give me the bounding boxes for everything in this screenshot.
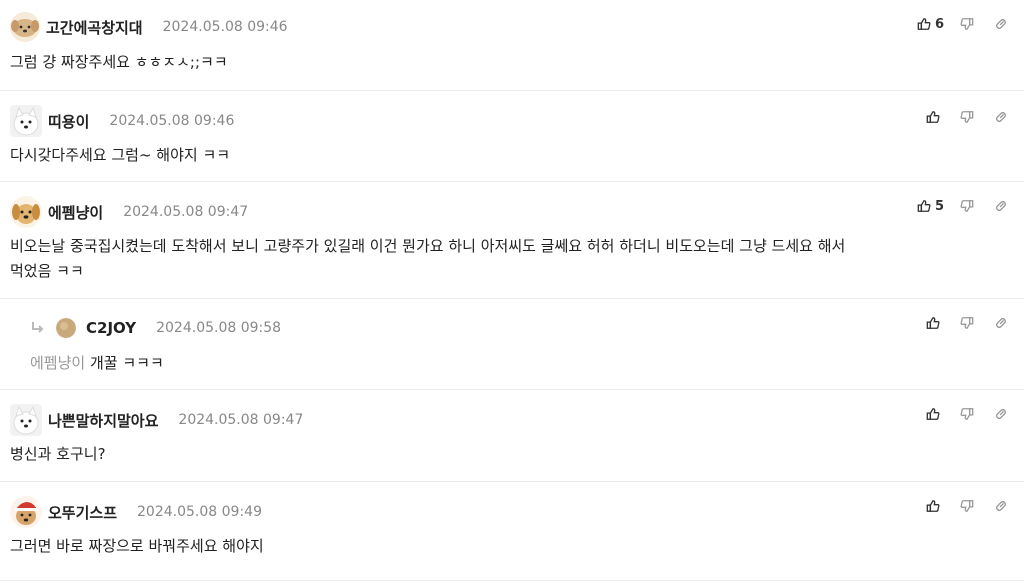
thumbs-up-icon: [926, 500, 940, 512]
link-icon: [995, 111, 1007, 123]
comment-actions: [910, 313, 1012, 333]
comment-date: 2024.05.08 09:47: [178, 412, 304, 428]
like-button[interactable]: 5: [917, 199, 944, 214]
share-link-button[interactable]: [990, 313, 1012, 333]
samoyed-icon[interactable]: [10, 105, 42, 137]
thumbs-down-icon: [960, 18, 974, 30]
link-icon: [995, 200, 1007, 212]
comment-item: 나쁜말하지말아요 2024.05.08 09:47 병신과 호구니?: [0, 390, 1024, 482]
comment-header: 고간에곡창지대 2024.05.08 09:46: [10, 12, 288, 42]
comment-text: 비오는날 중국집시켰는데 도착해서 보니 고량주가 있길래 이건 뭔가요 하니 …: [10, 234, 1014, 284]
thumbs-down-icon: [960, 408, 974, 420]
comment-item: 띠용이 2024.05.08 09:46 다시갖다주세요 그럼~ 해야지 ㅋㅋ: [0, 91, 1024, 182]
share-link-button[interactable]: [990, 107, 1012, 127]
comment-header: 띠용이 2024.05.08 09:46: [10, 105, 234, 137]
comment-author[interactable]: 나쁜말하지말아요: [48, 410, 158, 431]
comment-text: 에펨냥이 개꿀 ㅋㅋㅋ: [30, 351, 164, 376]
comment-item: 에펨냥이 2024.05.08 09:47 5 비오는날 중국집시켰는데 도착해…: [0, 182, 1024, 299]
link-icon: [995, 317, 1007, 329]
share-link-button[interactable]: [990, 196, 1012, 216]
dislike-button[interactable]: [956, 313, 978, 333]
comment-actions: 6: [917, 14, 1012, 34]
comment-date: 2024.05.08 09:47: [123, 204, 249, 220]
thumbs-up-icon: [917, 18, 931, 30]
comment-text: 다시갖다주세요 그럼~ 해야지 ㅋㅋ: [10, 146, 231, 164]
comment-date: 2024.05.08 09:46: [162, 19, 288, 35]
thumbs-down-icon: [960, 200, 974, 212]
dislike-button[interactable]: [956, 14, 978, 34]
link-icon: [995, 18, 1007, 30]
thumbs-down-icon: [960, 317, 974, 329]
comment-date: 2024.05.08 09:49: [137, 504, 262, 520]
mention-link[interactable]: 에펨냥이: [30, 354, 85, 372]
comment-author[interactable]: 오뚜기스프: [48, 502, 117, 523]
comment-actions: [910, 107, 1012, 127]
share-link-button[interactable]: [990, 404, 1012, 424]
comment-author[interactable]: 고간에곡창지대: [46, 17, 143, 38]
thumbs-down-icon: [960, 111, 974, 123]
comment-list: 고간에곡창지대 2024.05.08 09:46 6 그럼 걍 짜장주세요 ㅎㅎ…: [0, 0, 1024, 581]
comment-author[interactable]: 에펨냥이: [48, 202, 103, 223]
comment-actions: [910, 496, 1012, 516]
share-link-button[interactable]: [990, 14, 1012, 34]
reply-arrow-icon: [32, 322, 44, 333]
comment-date: 2024.05.08 09:58: [156, 320, 282, 336]
like-count: 5: [934, 198, 944, 214]
comment-header: C2JOY 2024.05.08 09:58: [30, 316, 281, 340]
thumbs-up-icon: [926, 111, 940, 123]
comment-header: 에펨냥이 2024.05.08 09:47: [10, 196, 248, 228]
comment-author[interactable]: 띠용이: [48, 111, 89, 132]
thumbs-up-icon: [917, 200, 931, 212]
link-icon: [995, 408, 1007, 420]
comment-item: 오뚜기스프 2024.05.08 09:49 그러면 바로 짜장으로 바꿔주세요…: [0, 482, 1024, 581]
dislike-button[interactable]: [956, 404, 978, 424]
comment-text: 그럼 걍 짜장주세요 ㅎㅎㅈㅅ;;ㅋㅋ: [10, 53, 228, 71]
comment-header: 오뚜기스프 2024.05.08 09:49: [10, 496, 262, 528]
like-button[interactable]: [922, 496, 944, 516]
comment-text: 병신과 호구니?: [10, 445, 106, 463]
comment-date: 2024.05.08 09:46: [109, 113, 235, 129]
comment-item: 고간에곡창지대 2024.05.08 09:46 6 그럼 걍 짜장주세요 ㅎㅎ…: [0, 0, 1024, 91]
dislike-button[interactable]: [956, 107, 978, 127]
comment-text-line: 먹었음 ㅋㅋ: [10, 262, 84, 280]
thumbs-down-icon: [960, 500, 974, 512]
circle-avatar-icon[interactable]: [56, 318, 76, 338]
comment-header: 나쁜말하지말아요 2024.05.08 09:47: [10, 404, 303, 436]
dislike-button[interactable]: [956, 196, 978, 216]
comment-text: 그러면 바로 짜장으로 바꿔주세요 해야지: [10, 537, 264, 555]
samoyed-icon[interactable]: [10, 404, 42, 436]
comment-author[interactable]: C2JOY: [86, 319, 136, 337]
reply-item: C2JOY 2024.05.08 09:58 에펨냥이 개꿀 ㅋㅋㅋ: [0, 299, 1024, 390]
like-button[interactable]: [922, 404, 944, 424]
comment-actions: 5: [917, 196, 1012, 216]
like-button[interactable]: [922, 313, 944, 333]
link-icon: [995, 500, 1007, 512]
golden-puppy-icon[interactable]: [10, 196, 42, 228]
share-link-button[interactable]: [990, 496, 1012, 516]
like-button[interactable]: [922, 107, 944, 127]
comment-actions: [910, 404, 1012, 424]
like-button[interactable]: 6: [917, 17, 944, 32]
thumbs-up-icon: [926, 408, 940, 420]
puppy-icon[interactable]: [10, 12, 40, 42]
reply-text: 개꿀 ㅋㅋㅋ: [89, 354, 164, 372]
thumbs-up-icon: [926, 317, 940, 329]
like-count: 6: [934, 16, 944, 32]
santa-puppy-icon[interactable]: [10, 496, 42, 528]
comment-text-line: 비오는날 중국집시켰는데 도착해서 보니 고량주가 있길래 이건 뭔가요 하니 …: [10, 237, 846, 255]
dislike-button[interactable]: [956, 496, 978, 516]
